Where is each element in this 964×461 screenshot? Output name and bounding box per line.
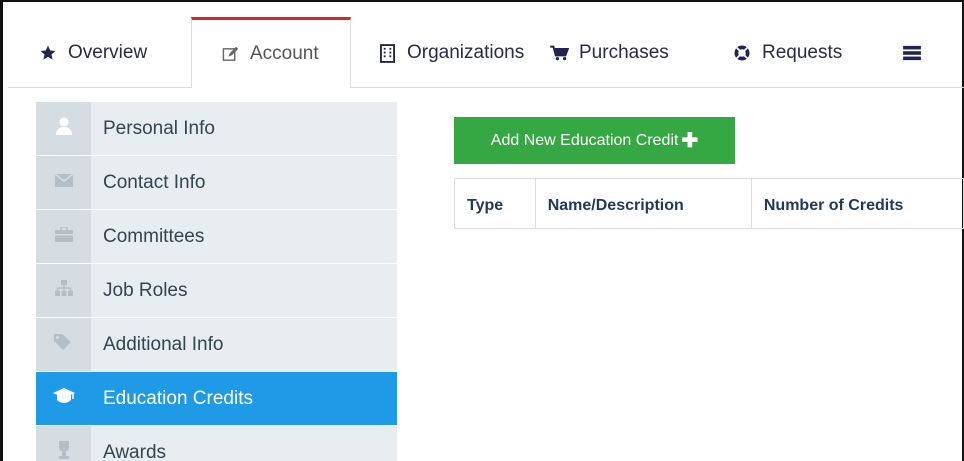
tab-requests[interactable]: Requests xyxy=(732,18,902,88)
sidebar-item-label: Contact Info xyxy=(103,171,206,193)
sidebar-item-label: Education Credits xyxy=(103,387,253,409)
tab-more[interactable] xyxy=(902,18,932,88)
sidebar-item-committees[interactable]: Committees xyxy=(36,210,397,264)
tab-label: Requests xyxy=(762,42,843,63)
star-icon xyxy=(38,43,58,63)
tab-label: Purchases xyxy=(579,42,669,63)
sidebar-item-contact-info[interactable]: Contact Info xyxy=(36,156,397,210)
tab-overview[interactable]: Overview xyxy=(8,18,191,88)
tab-label: Overview xyxy=(68,42,148,63)
trophy-icon xyxy=(55,441,73,461)
plus-icon: ✚ xyxy=(681,130,699,152)
tab-label: Organizations xyxy=(407,42,525,63)
sidebar-item-label: Committees xyxy=(103,225,205,247)
edit-icon xyxy=(220,44,240,64)
sidebar-item-label: Personal Info xyxy=(103,117,215,139)
tab-purchases[interactable]: Purchases xyxy=(549,18,732,88)
sidebar-item-education-credits[interactable]: Education Credits xyxy=(36,372,397,426)
sidebar-item-label: Awards xyxy=(103,441,167,461)
sidebar-item-awards[interactable]: Awards xyxy=(36,426,397,461)
column-header-number-of-credits[interactable]: Number of Credits xyxy=(752,179,963,228)
column-header-type[interactable]: Type xyxy=(455,179,536,228)
column-header-name-description[interactable]: Name/Description xyxy=(536,179,752,228)
sidebar-item-label: Job Roles xyxy=(103,279,188,301)
tab-bar: Overview Account Organizations Purchases… xyxy=(8,17,964,88)
sidebar-item-label: Additional Info xyxy=(103,333,224,355)
education-credits-table: Type Name/Description Number of Credits xyxy=(454,178,964,229)
sidebar-item-personal-info[interactable]: Personal Info xyxy=(36,102,397,156)
envelope-icon xyxy=(54,172,73,192)
add-button-label: Add New Education Credit xyxy=(490,131,679,149)
sidebar-item-job-roles[interactable]: Job Roles xyxy=(36,264,397,318)
add-education-credit-button[interactable]: Add New Education Credit ✚ xyxy=(454,117,735,164)
tab-account[interactable]: Account xyxy=(191,17,351,88)
list-icon xyxy=(902,43,922,63)
cart-icon xyxy=(549,43,569,63)
tags-icon xyxy=(53,334,74,355)
briefcase-icon xyxy=(54,225,73,247)
lifebuoy-icon xyxy=(732,43,752,63)
tab-label: Account xyxy=(250,43,319,64)
user-icon xyxy=(55,117,72,140)
sitemap-icon xyxy=(54,280,73,301)
account-sidebar: Personal Info Contact Info Committees Jo… xyxy=(36,102,397,461)
tab-organizations[interactable]: Organizations xyxy=(351,18,549,88)
graduation-cap-icon xyxy=(52,388,75,409)
sidebar-item-additional-info[interactable]: Additional Info xyxy=(36,318,397,372)
building-icon xyxy=(377,43,397,63)
